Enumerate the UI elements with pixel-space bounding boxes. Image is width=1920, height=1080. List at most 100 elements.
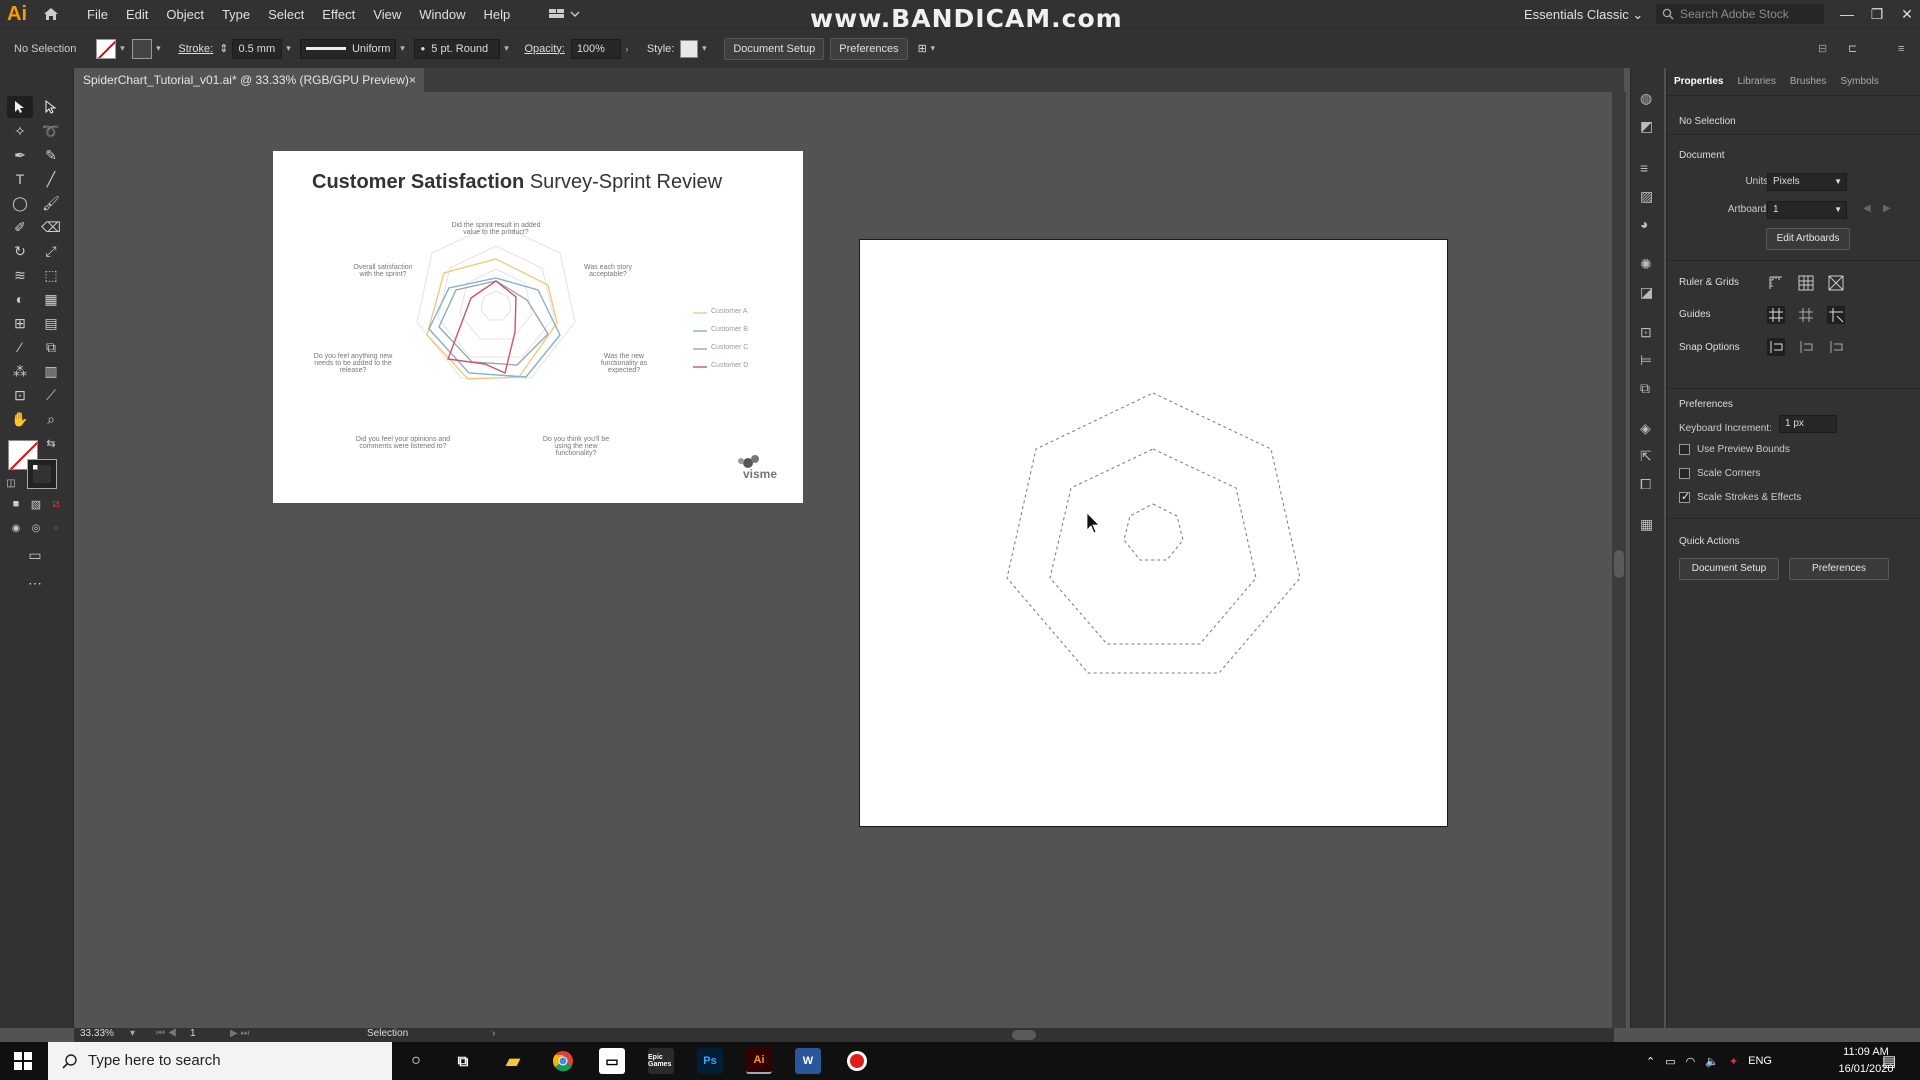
transparency-grid-icon[interactable] [1827, 274, 1845, 292]
align-icon[interactable]: ⊟ [1818, 42, 1827, 55]
volume-icon[interactable]: 🔈 [1705, 1055, 1719, 1068]
reference-image[interactable]: Customer Satisfaction Survey-Sprint Revi… [273, 151, 803, 503]
menu-window[interactable]: Window [410, 7, 474, 22]
ellipse-tool-icon[interactable]: ◯ [7, 192, 33, 214]
menu-view[interactable]: View [364, 7, 410, 22]
artboard-dropdown[interactable]: 1 ▼ [1767, 201, 1847, 219]
snap-to-pixel-icon[interactable] [1827, 338, 1845, 356]
pen-tool-icon[interactable]: ✒ [7, 144, 33, 166]
selection-tool-icon[interactable] [7, 96, 33, 118]
hand-tool-icon[interactable]: ✋ [7, 408, 33, 430]
chevron-down-icon[interactable]: ▾ [396, 43, 408, 54]
type-tool-icon[interactable]: T [7, 168, 33, 190]
stroke-color-icon[interactable] [27, 459, 57, 489]
chevron-right-icon[interactable]: › [621, 44, 633, 54]
control-bar-menu-icon[interactable]: ≡ [1898, 43, 1904, 55]
snap-to-point-icon[interactable] [1767, 338, 1785, 356]
zoom-tool-icon[interactable]: ⌕ [38, 408, 64, 430]
free-transform-icon[interactable]: ⬚ [38, 264, 64, 286]
tab-properties[interactable]: Properties [1667, 76, 1730, 87]
more-tools-icon[interactable]: ⋯ [22, 572, 48, 594]
swatches-icon[interactable]: ◩ [1640, 118, 1653, 135]
slice-tool-icon[interactable]: ⟋ [38, 384, 64, 406]
home-icon[interactable] [34, 0, 68, 28]
transparency-icon[interactable]: ◕ [1640, 216, 1648, 232]
color-guide-icon[interactable]: ◍ [1640, 90, 1652, 107]
transform-icon[interactable]: ⊡ [1640, 324, 1652, 341]
distribute-icon[interactable]: ⊏ [1848, 42, 1857, 55]
close-icon[interactable]: ✕ [1892, 6, 1920, 23]
menu-edit[interactable]: Edit [117, 7, 157, 22]
stroke-panel-icon[interactable]: ≡ [1640, 160, 1648, 176]
menu-type[interactable]: Type [213, 7, 259, 22]
color-mode-icon[interactable]: ■ [8, 496, 24, 512]
prev-artboard-icon[interactable]: ◀ [1863, 203, 1871, 214]
tab-symbols[interactable]: Symbols [1834, 76, 1886, 87]
lock-guides-icon[interactable] [1797, 306, 1815, 324]
none-mode-icon[interactable]: ⧄ [48, 496, 64, 512]
stroke-weight-input[interactable]: 0.5 mm [232, 38, 283, 59]
grid-icon[interactable] [1797, 274, 1815, 292]
menu-effect[interactable]: Effect [313, 7, 364, 22]
opacity-label[interactable]: Opacity: [524, 43, 564, 55]
graphic-styles-icon[interactable]: ◪ [1640, 284, 1653, 301]
gpu-icon[interactable]: ✦ [1729, 1055, 1738, 1068]
align-panel-icon[interactable]: ⊨ [1640, 352, 1652, 369]
chevron-up-icon[interactable]: ⌃ [1646, 1055, 1655, 1068]
minimize-icon[interactable]: — [1832, 6, 1862, 22]
bandicam-record-icon[interactable] [844, 1048, 870, 1074]
oculus-icon[interactable]: ▭ [599, 1048, 625, 1074]
scale-corners-checkbox[interactable] [1679, 468, 1690, 479]
menu-file[interactable]: File [78, 7, 117, 22]
stroke-label[interactable]: Stroke: [178, 43, 213, 55]
first-artboard-icon[interactable]: ⏮ ◀ [156, 1028, 177, 1039]
default-colors-icon[interactable]: ◫ [4, 476, 18, 490]
arrange-icon[interactable]: ⊞ [918, 42, 927, 55]
draw-inside-icon[interactable]: ○ [48, 520, 64, 536]
document-tab[interactable]: SpiderChart_Tutorial_v01.ai* @ 33.33% (R… [74, 68, 424, 92]
graphic-style-swatch[interactable] [680, 39, 699, 58]
file-explorer-icon[interactable]: ▰ [500, 1048, 526, 1074]
direct-selection-tool-icon[interactable] [38, 96, 64, 118]
libraries-icon[interactable]: ▦ [1640, 516, 1653, 533]
asset-export-icon[interactable]: ⇱ [1640, 448, 1652, 465]
appearance-icon[interactable]: ✺ [1640, 256, 1652, 273]
horizontal-scroll-thumb[interactable] [1012, 1030, 1036, 1040]
chevron-down-icon[interactable]: ▾ [282, 43, 294, 54]
magic-wand-icon[interactable]: ✧ [7, 120, 33, 142]
symbol-sprayer-icon[interactable]: ⁂ [7, 360, 33, 382]
tab-brushes[interactable]: Brushes [1783, 76, 1834, 87]
restore-icon[interactable]: ❐ [1862, 6, 1892, 23]
gradient-panel-icon[interactable]: ▨ [1640, 188, 1653, 205]
blend-tool-icon[interactable]: ⧉ [38, 336, 64, 358]
menu-object[interactable]: Object [157, 7, 213, 22]
curvature-tool-icon[interactable]: ✎ [38, 144, 64, 166]
next-artboard-icon[interactable]: ▶ [1883, 203, 1891, 214]
fill-swatch[interactable]: ▾ [96, 38, 128, 59]
preferences-button[interactable]: Preferences [1789, 558, 1889, 580]
scrollbar-thumb[interactable] [1614, 550, 1624, 578]
pathfinder-icon[interactable]: ⧉ [1640, 380, 1650, 397]
rotate-tool-icon[interactable]: ↻ [7, 240, 33, 262]
paintbrush-icon[interactable]: 🖌 [38, 192, 64, 214]
brush-definition[interactable]: ● 5 pt. Round [414, 38, 501, 59]
show-guides-icon[interactable] [1767, 306, 1785, 324]
chevron-down-icon[interactable]: ▾ [130, 1028, 135, 1039]
eyedropper-icon[interactable]: ⁄ [7, 336, 33, 358]
battery-icon[interactable]: ▭ [1665, 1055, 1675, 1068]
chevron-right-icon[interactable]: › [492, 1028, 495, 1039]
notifications-icon[interactable]: ▤ [1882, 1052, 1896, 1070]
eraser-icon[interactable]: ⌫ [38, 216, 64, 238]
task-view-icon[interactable]: ⧉ [450, 1048, 476, 1074]
illustrator-icon[interactable]: Ai [746, 1048, 772, 1074]
scale-strokes-checkbox[interactable] [1679, 490, 1690, 503]
chevron-down-icon[interactable]: ▾ [500, 43, 512, 54]
snap-to-grid-icon[interactable] [1797, 338, 1815, 356]
close-tab-icon[interactable]: × [409, 68, 416, 92]
artboard[interactable] [859, 239, 1448, 827]
workspace-switcher[interactable]: Essentials Classic ⌄ [1524, 7, 1643, 23]
draw-behind-icon[interactable]: ◎ [28, 520, 44, 536]
vertical-scrollbar[interactable] [1612, 92, 1626, 1028]
chevron-down-icon[interactable]: ▾ [152, 43, 164, 54]
artboard-tool-icon[interactable]: ⊡ [7, 384, 33, 406]
